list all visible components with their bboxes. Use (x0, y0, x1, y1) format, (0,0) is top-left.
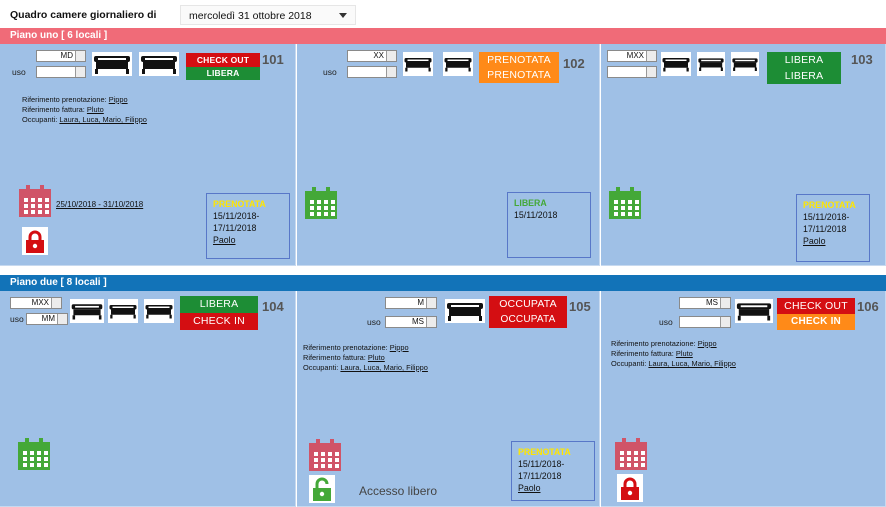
booking-info: Riferimento prenotazione: Pippo Riferime… (611, 339, 736, 368)
occupants-link[interactable]: Laura, Luca, Mario, Filippo (648, 359, 736, 368)
bed-icon (661, 52, 691, 76)
next-status: PRENOTATA (518, 447, 571, 457)
invoice-link[interactable]: Pluto (676, 349, 693, 358)
occupants-link[interactable]: Laura, Luca, Mario, Filippo (59, 115, 147, 124)
next-name: Paolo (803, 236, 826, 246)
uso-select[interactable]: MM (26, 313, 68, 325)
next-booking-box[interactable]: PRENOTATA 15/11/2018-17/11/2018 Paolo (511, 441, 595, 501)
lock-icon[interactable] (617, 474, 643, 502)
calendar-icon[interactable] (16, 437, 52, 473)
room-type-select[interactable]: MD (36, 50, 86, 62)
bed-icon (144, 299, 174, 323)
status-top-button[interactable]: CHECK OUT (777, 298, 855, 314)
uso-label: uso (323, 67, 337, 77)
room-card-106[interactable]: MS uso CHECK OUT CHECK IN 106 Riferiment… (601, 291, 886, 507)
status-bottom-button[interactable]: CHECK IN (777, 314, 855, 330)
next-booking-box[interactable]: LIBERA 15/11/2018 (507, 192, 591, 258)
uso-select[interactable] (347, 66, 397, 78)
next-booking-box[interactable]: PRENOTATA 15/11/2018-17/11/2018 Paolo (796, 194, 870, 262)
booking-link[interactable]: Pippo (390, 343, 409, 352)
status-top-button[interactable]: LIBERA (767, 52, 841, 68)
status-bottom-button[interactable]: LIBERA (186, 67, 260, 80)
unlock-icon[interactable] (309, 475, 335, 503)
uso-label: uso (367, 317, 381, 327)
next-dates: 15/11/2018-17/11/2018 (803, 212, 850, 234)
room-number: 106 (857, 299, 879, 314)
status-top-button[interactable]: CHECK OUT (186, 53, 260, 67)
booking-info: Riferimento prenotazione: Pippo Riferime… (22, 95, 147, 124)
invoice-link[interactable]: Pluto (87, 105, 104, 114)
page-title: Quadro camere giornaliero di (10, 9, 157, 21)
status-top-button[interactable]: PRENOTATA (479, 52, 559, 68)
room-card-103[interactable]: MXX LIBERA LIBERA 103 PRENOTATA 15/11/20… (601, 44, 886, 266)
calendar-icon[interactable] (17, 184, 53, 220)
status-bottom-button[interactable]: PRENOTATA (479, 68, 559, 83)
room-type-select[interactable]: M (385, 297, 437, 309)
uso-label: uso (12, 67, 26, 77)
room-card-105[interactable]: M uso MS OCCUPATA OCCUPATA 105 Riferimen… (297, 291, 600, 507)
status-top-button[interactable]: OCCUPATA (489, 296, 567, 312)
bed-icon (443, 52, 473, 76)
bed-icon (735, 299, 773, 323)
next-name: Paolo (518, 483, 541, 493)
next-status: PRENOTATA (213, 199, 266, 209)
uso-select[interactable] (36, 66, 86, 78)
uso-select[interactable] (607, 66, 657, 78)
room-number: 105 (569, 299, 591, 314)
booking-info: Riferimento prenotazione: Pippo Riferime… (303, 343, 428, 372)
uso-label: uso (10, 314, 24, 324)
next-dates: 15/11/2018-17/11/2018 (213, 211, 260, 233)
room-type-select[interactable]: XX (347, 50, 397, 62)
calendar-icon[interactable] (307, 438, 343, 474)
bed-icon (445, 299, 485, 323)
room-card-102[interactable]: XX uso PRENOTATA PRENOTATA 102 LIBERA 15… (297, 44, 600, 266)
date-value: mercoledì 31 ottobre 2018 (189, 10, 312, 22)
floor-header-1[interactable]: Piano uno [ 6 locali ] (0, 28, 886, 44)
lock-icon[interactable] (22, 227, 48, 255)
calendar-icon[interactable] (303, 186, 339, 222)
invoice-link[interactable]: Pluto (368, 353, 385, 362)
free-access-label: Accesso libero (359, 484, 438, 498)
date-select[interactable]: mercoledì 31 ottobre 2018 (180, 5, 356, 25)
bed-icon (108, 299, 138, 323)
room-number: 102 (563, 56, 585, 71)
next-booking-box[interactable]: PRENOTATA 15/11/2018-17/11/2018 Paolo (206, 193, 290, 259)
room-type-select[interactable]: MXX (10, 297, 62, 309)
next-dates: 15/11/2018 (514, 210, 558, 220)
stay-range[interactable]: 25/10/2018 - 31/10/2018 (56, 200, 143, 209)
uso-select[interactable]: MS (385, 316, 437, 328)
occupants-link[interactable]: Laura, Luca, Mario, Filippo (340, 363, 428, 372)
booking-link[interactable]: Pippo (109, 95, 128, 104)
next-dates: 15/11/2018-17/11/2018 (518, 459, 565, 481)
bed-icon (403, 52, 433, 76)
next-status: LIBERA (514, 198, 547, 208)
bed-icon (139, 52, 179, 76)
calendar-icon[interactable] (613, 437, 649, 473)
topbar: Quadro camere giornaliero di mercoledì 3… (0, 0, 886, 28)
status-bottom-button[interactable]: CHECK IN (180, 313, 258, 330)
room-type-select[interactable]: MS (679, 297, 731, 309)
chevron-down-icon[interactable] (339, 13, 347, 18)
status-bottom-button[interactable]: OCCUPATA (489, 312, 567, 328)
status-bottom-button[interactable]: LIBERA (767, 68, 841, 84)
room-number: 103 (851, 52, 873, 67)
room-card-101[interactable]: MD uso CHECK OUT LIBERA 101 Riferimento … (0, 44, 296, 266)
bed-icon (731, 52, 759, 76)
status-top-button[interactable]: LIBERA (180, 296, 258, 313)
calendar-icon[interactable] (607, 186, 643, 222)
room-card-104[interactable]: MXX uso MM LIBERA CHECK IN 104 (0, 291, 296, 507)
uso-select[interactable] (679, 316, 731, 328)
next-status: PRENOTATA (803, 200, 856, 210)
bed-icon (697, 52, 725, 76)
room-number: 101 (262, 52, 284, 67)
next-name: Paolo (213, 235, 236, 245)
room-type-select[interactable]: MXX (607, 50, 657, 62)
uso-label: uso (659, 317, 673, 327)
bed-icon (92, 52, 132, 76)
floor-header-2[interactable]: Piano due [ 8 locali ] (0, 275, 886, 291)
booking-link[interactable]: Pippo (698, 339, 717, 348)
bed-icon (70, 299, 104, 323)
room-number: 104 (262, 299, 284, 314)
